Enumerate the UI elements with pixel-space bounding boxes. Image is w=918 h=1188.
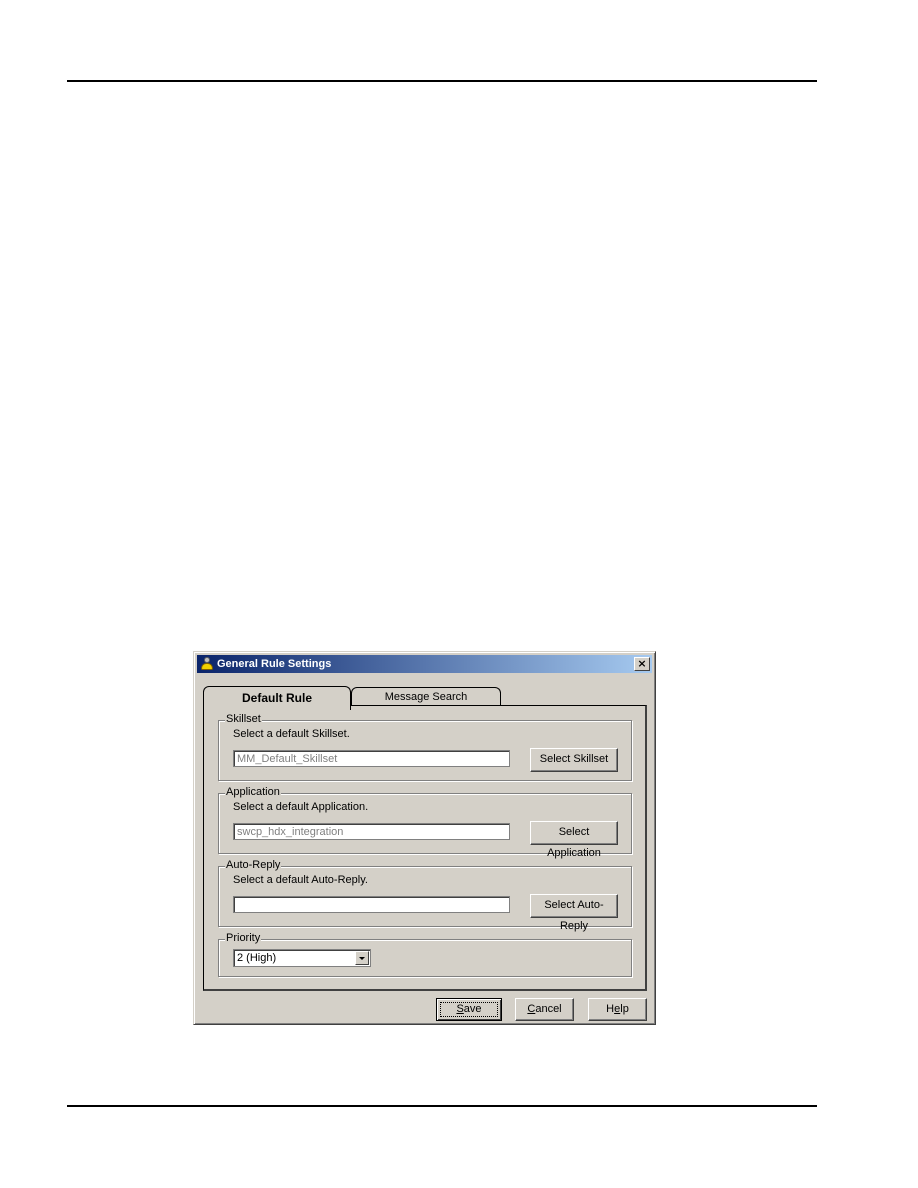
- select-application-button[interactable]: Select Application: [530, 821, 618, 859]
- tab-label: Message Search: [384, 691, 468, 703]
- group-description: Select a default Auto-Reply.: [233, 874, 368, 886]
- group-legend: Application: [225, 786, 281, 798]
- cancel-button[interactable]: Cancel: [515, 998, 574, 1021]
- help-label: Help: [606, 1003, 629, 1015]
- group-legend: Auto-Reply: [225, 859, 282, 871]
- close-button[interactable]: ×: [634, 657, 650, 671]
- group-legend: Skillset: [225, 713, 262, 725]
- application-field[interactable]: swcp_hdx_integration: [233, 823, 510, 840]
- save-button[interactable]: Save: [436, 998, 502, 1021]
- select-auto-reply-button[interactable]: Select Auto-Reply: [530, 894, 618, 932]
- help-button[interactable]: Help: [588, 998, 647, 1021]
- title-bar[interactable]: General Rule Settings ×: [197, 655, 652, 673]
- page-footer-rule: [67, 1105, 817, 1107]
- auto-reply-group: Auto-Reply Select a default Auto-Reply. …: [218, 859, 632, 932]
- cancel-label: Cancel: [527, 1003, 562, 1015]
- priority-select[interactable]: 2 (High): [233, 949, 371, 967]
- tab-default-rule[interactable]: Default Rule: [203, 686, 351, 710]
- group-description: Select a default Application.: [233, 801, 369, 813]
- group-legend: Priority: [225, 932, 262, 944]
- chevron-down-icon[interactable]: [355, 951, 369, 965]
- dialog-title: General Rule Settings: [217, 658, 332, 670]
- close-icon: ×: [637, 657, 647, 670]
- tab-label: Default Rule: [241, 691, 312, 705]
- save-label: Save: [456, 1003, 482, 1015]
- default-rule-panel: Skillset Select a default Skillset. MM_D…: [203, 705, 647, 991]
- priority-value: 2 (High): [237, 952, 277, 964]
- page-header-rule: [67, 80, 817, 82]
- tab-message-search[interactable]: Message Search: [351, 687, 501, 707]
- skillset-group: Skillset Select a default Skillset. MM_D…: [218, 713, 632, 781]
- priority-group: Priority 2 (High): [218, 932, 632, 977]
- general-rule-settings-dialog: General Rule Settings × Default Rule Mes…: [193, 651, 656, 1025]
- group-description: Select a default Skillset.: [233, 728, 350, 740]
- application-group: Application Select a default Application…: [218, 786, 632, 859]
- agent-person-icon: [200, 657, 214, 671]
- auto-reply-field[interactable]: [233, 896, 510, 913]
- select-skillset-button[interactable]: Select Skillset: [530, 748, 618, 772]
- skillset-field[interactable]: MM_Default_Skillset: [233, 750, 510, 767]
